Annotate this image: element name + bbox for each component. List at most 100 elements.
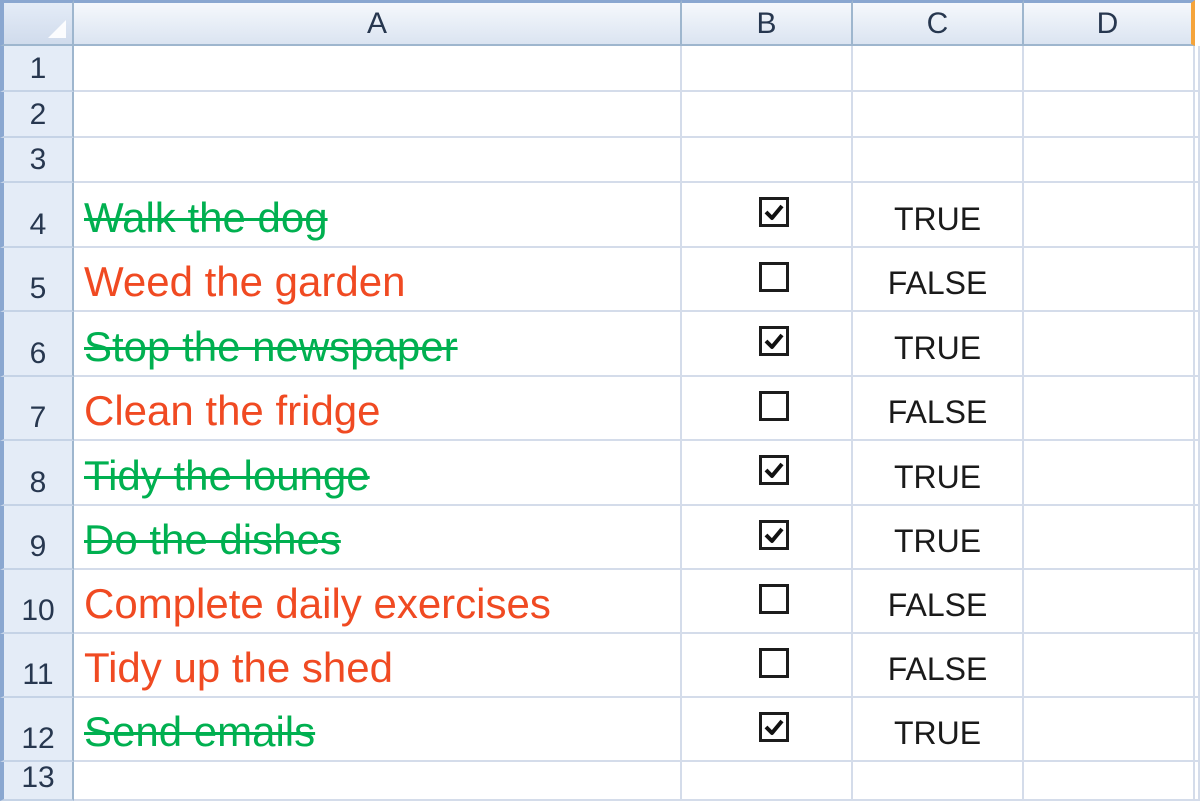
cell-c12[interactable]: TRUE	[853, 698, 1024, 762]
cell-b7[interactable]	[682, 377, 853, 441]
cell-a3[interactable]	[74, 138, 682, 183]
cell-e9[interactable]	[1195, 506, 1200, 570]
linked-value: FALSE	[887, 394, 988, 430]
task-checkbox[interactable]	[759, 648, 789, 678]
cell-b2[interactable]	[682, 92, 853, 138]
cell-d8[interactable]	[1024, 441, 1195, 506]
checkmark-icon	[764, 462, 784, 478]
cell-d9[interactable]	[1024, 506, 1195, 570]
cell-e3[interactable]	[1195, 138, 1200, 183]
cell-d2[interactable]	[1024, 92, 1195, 138]
row-header-2[interactable]: 2	[0, 92, 74, 138]
row-header-11[interactable]: 11	[0, 634, 74, 698]
task-label: Clean the fridge	[84, 387, 381, 434]
cell-e6[interactable]	[1195, 312, 1200, 377]
cell-a5[interactable]: Weed the garden	[74, 248, 682, 312]
column-header-a[interactable]: A	[74, 0, 682, 46]
column-header-d[interactable]: D	[1024, 0, 1195, 46]
cell-d4[interactable]	[1024, 183, 1195, 248]
row-header-5[interactable]: 5	[0, 248, 74, 312]
row-header-4[interactable]: 4	[0, 183, 74, 248]
cell-d10[interactable]	[1024, 570, 1195, 634]
cell-c9[interactable]: TRUE	[853, 506, 1024, 570]
cell-c7[interactable]: FALSE	[853, 377, 1024, 441]
row-header-1[interactable]: 1	[0, 46, 74, 92]
cell-c5[interactable]: FALSE	[853, 248, 1024, 312]
cell-a1[interactable]	[74, 46, 682, 92]
cell-b12[interactable]	[682, 698, 853, 762]
cell-b10[interactable]	[682, 570, 853, 634]
cell-c8[interactable]: TRUE	[853, 441, 1024, 506]
column-header-c[interactable]: C	[853, 0, 1024, 46]
cell-b8[interactable]	[682, 441, 853, 506]
cell-d12[interactable]	[1024, 698, 1195, 762]
task-checkbox[interactable]	[759, 712, 789, 742]
cell-c6[interactable]: TRUE	[853, 312, 1024, 377]
cell-d7[interactable]	[1024, 377, 1195, 441]
select-all-button[interactable]	[0, 0, 74, 46]
task-checkbox[interactable]	[759, 391, 789, 421]
cell-e12[interactable]	[1195, 698, 1200, 762]
row-header-7[interactable]: 7	[0, 377, 74, 441]
cell-e7[interactable]	[1195, 377, 1200, 441]
cell-a10[interactable]: Complete daily exercises	[74, 570, 682, 634]
cell-b6[interactable]	[682, 312, 853, 377]
row-header-9[interactable]: 9	[0, 506, 74, 570]
cell-d13[interactable]	[1024, 762, 1195, 801]
cell-e4[interactable]	[1195, 183, 1200, 248]
task-checkbox[interactable]	[759, 520, 789, 550]
cell-c1[interactable]	[853, 46, 1024, 92]
row-header-3[interactable]: 3	[0, 138, 74, 183]
cell-e10[interactable]	[1195, 570, 1200, 634]
cell-e5[interactable]	[1195, 248, 1200, 312]
task-label: Do the dishes	[84, 516, 341, 563]
task-checkbox[interactable]	[759, 584, 789, 614]
row-header-6[interactable]: 6	[0, 312, 74, 377]
checkmark-icon	[764, 204, 784, 220]
cell-e2[interactable]	[1195, 92, 1200, 138]
cell-b3[interactable]	[682, 138, 853, 183]
cell-b4[interactable]	[682, 183, 853, 248]
cell-a6[interactable]: Stop the newspaper	[74, 312, 682, 377]
task-checkbox[interactable]	[759, 262, 789, 292]
cell-a8[interactable]: Tidy the lounge	[74, 441, 682, 506]
cell-a9[interactable]: Do the dishes	[74, 506, 682, 570]
row-header-10[interactable]: 10	[0, 570, 74, 634]
column-header-b[interactable]: B	[682, 0, 853, 46]
task-checkbox[interactable]	[759, 326, 789, 356]
cell-b13[interactable]	[682, 762, 853, 801]
row-header-8[interactable]: 8	[0, 441, 74, 506]
cell-e11[interactable]	[1195, 634, 1200, 698]
cell-d3[interactable]	[1024, 138, 1195, 183]
cell-d1[interactable]	[1024, 46, 1195, 92]
cell-c13[interactable]	[853, 762, 1024, 801]
cell-c2[interactable]	[853, 92, 1024, 138]
row-header-12[interactable]: 12	[0, 698, 74, 762]
cell-a11[interactable]: Tidy up the shed	[74, 634, 682, 698]
cell-a7[interactable]: Clean the fridge	[74, 377, 682, 441]
cell-d6[interactable]	[1024, 312, 1195, 377]
task-checkbox[interactable]	[759, 197, 789, 227]
cell-b1[interactable]	[682, 46, 853, 92]
cell-e1[interactable]	[1195, 46, 1200, 92]
cell-e8[interactable]	[1195, 441, 1200, 506]
cell-c10[interactable]: FALSE	[853, 570, 1024, 634]
cell-c4[interactable]: TRUE	[853, 183, 1024, 248]
linked-value: TRUE	[893, 201, 982, 237]
cell-d5[interactable]	[1024, 248, 1195, 312]
linked-value: TRUE	[893, 715, 982, 751]
task-checkbox[interactable]	[759, 455, 789, 485]
cell-b5[interactable]	[682, 248, 853, 312]
cell-e13[interactable]	[1195, 762, 1200, 801]
cell-b11[interactable]	[682, 634, 853, 698]
cell-a4[interactable]: Walk the dog	[74, 183, 682, 248]
cell-d11[interactable]	[1024, 634, 1195, 698]
cell-a13[interactable]	[74, 762, 682, 801]
cell-c11[interactable]: FALSE	[853, 634, 1024, 698]
linked-value: FALSE	[887, 587, 988, 623]
row-header-13[interactable]: 13	[0, 761, 74, 801]
cell-c3[interactable]	[853, 138, 1024, 183]
cell-b9[interactable]	[682, 506, 853, 570]
cell-a2[interactable]	[74, 92, 682, 138]
cell-a12[interactable]: Send emails	[74, 698, 682, 762]
